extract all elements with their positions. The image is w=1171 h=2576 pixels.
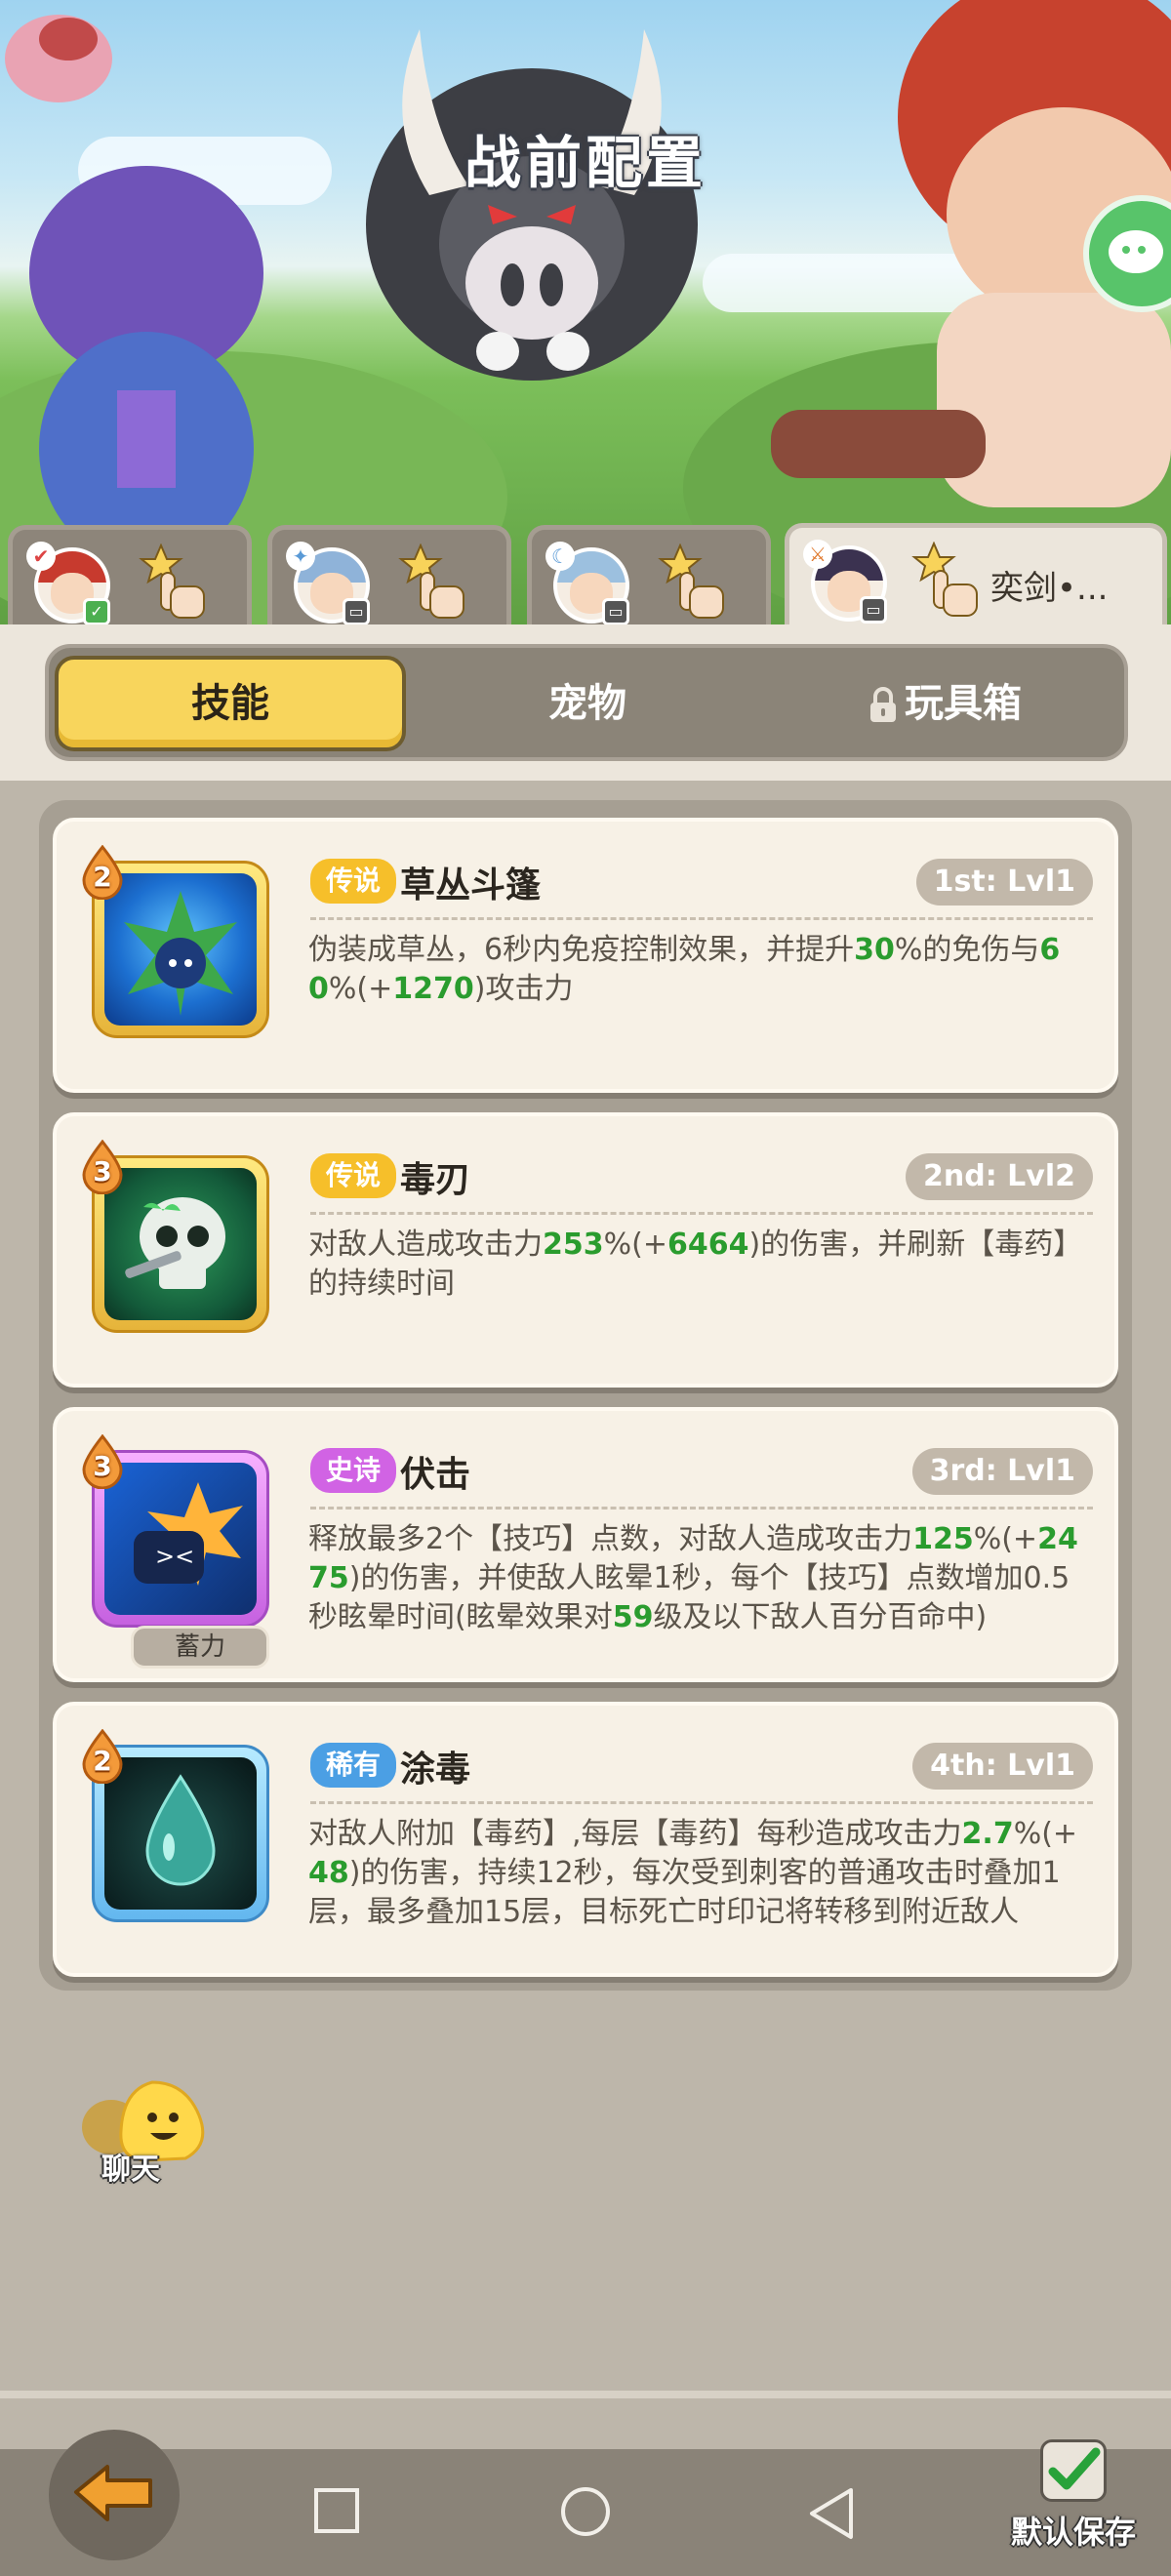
slot-level-badge: 4th: Lvl1 bbox=[912, 1743, 1093, 1790]
skill-list: 2 传说 草丛斗篷 1st: Lvl1 伪装成草丛，6秒内免疫控制效果，并提升3… bbox=[39, 800, 1132, 1991]
description-text: )的伤害，持续12秒，每次受到刺客的普通攻击时叠加1层，最多叠加15层，目标死亡… bbox=[308, 1856, 1061, 1929]
divider bbox=[310, 1801, 1093, 1804]
lock-icon bbox=[870, 687, 896, 722]
description-text: 级及以下敌人百分百命中) bbox=[653, 1600, 988, 1634]
rarity-badge: 传说 bbox=[310, 859, 397, 904]
skill-name: 草丛斗篷 bbox=[400, 865, 542, 906]
character-name: 奕剑•... bbox=[990, 569, 1109, 608]
rarity-badge: 传说 bbox=[310, 1153, 397, 1198]
tab-pets[interactable]: 宠物 bbox=[412, 656, 763, 751]
skill-description: 对敌人造成攻击力253%(+6464)的伤害，并刷新【毒药】的持续时间 bbox=[308, 1226, 1097, 1304]
description-text: %(+ bbox=[973, 1522, 1038, 1556]
chat-label: 聊天 bbox=[101, 2153, 160, 2187]
tap-hand-icon bbox=[911, 542, 978, 617]
description-text: 伪装成草丛，6秒内免疫控制效果，并提升 bbox=[308, 933, 855, 967]
recent-apps-icon[interactable] bbox=[312, 2486, 361, 2535]
skill-description: 对敌人附加【毒药】,每层【毒药】每秒造成攻击力2.7%(+ 48)的伤害，持续12… bbox=[308, 1815, 1097, 1932]
card-badge-icon: ▭ bbox=[860, 596, 887, 624]
class-icon: ☾ bbox=[545, 542, 575, 571]
flying-character bbox=[5, 15, 112, 102]
character-tab-bar: ✔ ✓ ✦ ▭ ☾ ▭ ⚔ ▭ 奕剑•... bbox=[0, 523, 1171, 638]
skill-name: 毒刃 bbox=[400, 1160, 471, 1200]
description-text: 对敌人造成攻击力 bbox=[308, 1228, 543, 1262]
skill-name: 伏击 bbox=[400, 1455, 471, 1495]
highlight-value: 253 bbox=[543, 1228, 604, 1262]
bottom-divider bbox=[0, 2391, 1171, 2398]
boar-boss-illustration bbox=[366, 29, 698, 381]
skill-card-1[interactable]: 2 传说 草丛斗篷 1st: Lvl1 伪装成草丛，6秒内免疫控制效果，并提升3… bbox=[53, 818, 1118, 1093]
tab-toybox-label: 玩具箱 bbox=[905, 681, 1022, 726]
class-icon: ✔ bbox=[26, 542, 56, 571]
skill-description: 释放最多2个【技巧】点数，对敌人造成攻击力125%(+2475)的伤害，并使敌人… bbox=[308, 1520, 1097, 1637]
skill-card-4[interactable]: 2 稀有 涂毒 4th: Lvl1 对敌人附加【毒药】,每层【毒药】每秒造成攻击… bbox=[53, 1702, 1118, 1977]
default-save-checkbox[interactable] bbox=[1040, 2439, 1107, 2502]
charge-tag: 蓄力 bbox=[131, 1626, 269, 1669]
chat-bubble-icon bbox=[1109, 230, 1163, 273]
tap-hand-icon bbox=[658, 543, 724, 619]
card-badge-icon: ▭ bbox=[602, 598, 629, 625]
class-icon: ✦ bbox=[286, 542, 315, 571]
highlight-value: 2.7 bbox=[961, 1817, 1014, 1851]
card-badge-icon: ▭ bbox=[343, 598, 370, 625]
description-text: %(+ bbox=[603, 1228, 667, 1262]
divider bbox=[310, 1212, 1093, 1215]
description-text: %(+ bbox=[328, 972, 393, 1006]
slot-level-badge: 1st: Lvl1 bbox=[915, 859, 1093, 906]
default-save-label: 默认保存 bbox=[1011, 2514, 1137, 2551]
highlight-value: 59 bbox=[612, 1600, 654, 1634]
class-icon: ⚔ bbox=[803, 540, 832, 569]
highlight-value: 30 bbox=[854, 933, 895, 967]
ready-badge-icon: ✓ bbox=[83, 598, 110, 625]
character-tab-1[interactable]: ✔ ✓ bbox=[8, 525, 252, 634]
character-tab-4[interactable]: ⚔ ▭ 奕剑•... bbox=[785, 523, 1167, 638]
slot-level-badge: 3rd: Lvl1 bbox=[911, 1448, 1093, 1495]
system-back-icon[interactable] bbox=[806, 2486, 857, 2541]
poison-blade-skill-icon bbox=[104, 1168, 257, 1320]
highlight-value: 6464 bbox=[666, 1228, 749, 1262]
skill-description: 伪装成草丛，6秒内免疫控制效果，并提升30%的免伤与60%(+1270)攻击力 bbox=[308, 931, 1097, 1009]
page-title: 战前配置 bbox=[464, 130, 707, 196]
skill-card-3[interactable]: >< 3 蓄力 史诗 伏击 3rd: Lvl1 释放最多2个【技巧】点数，对敌人… bbox=[53, 1407, 1118, 1682]
skill-card-2[interactable]: 3 传说 毒刃 2nd: Lvl2 对敌人造成攻击力253%(+6464)的伤害… bbox=[53, 1112, 1118, 1388]
tier-number: 2 bbox=[93, 861, 112, 893]
chat-button[interactable]: 聊天 bbox=[76, 2076, 213, 2194]
checkmark-icon bbox=[1048, 2447, 1101, 2490]
home-icon[interactable] bbox=[558, 2486, 613, 2541]
grass-cloak-skill-icon bbox=[104, 873, 257, 1026]
description-text: 对敌人附加【毒药】,每层【毒药】每秒造成攻击力 bbox=[308, 1817, 962, 1851]
skill-name: 涂毒 bbox=[400, 1750, 471, 1790]
highlight-value: 48 bbox=[308, 1856, 349, 1890]
rarity-badge: 史诗 bbox=[310, 1448, 397, 1493]
ambush-skill-icon: >< bbox=[104, 1463, 257, 1615]
svg-text:><: >< bbox=[155, 1543, 194, 1570]
rarity-badge: 稀有 bbox=[310, 1743, 397, 1788]
description-text: )攻击力 bbox=[473, 972, 574, 1006]
highlight-value: 125 bbox=[912, 1522, 974, 1556]
tab-toybox[interactable]: 玩具箱 bbox=[769, 656, 1120, 751]
tier-number: 3 bbox=[93, 1155, 112, 1187]
highlight-value: 1270 bbox=[392, 972, 474, 1006]
tap-hand-icon bbox=[398, 543, 464, 619]
tab-skills[interactable]: 技能 bbox=[55, 656, 406, 751]
tap-hand-icon bbox=[139, 543, 205, 619]
back-button[interactable] bbox=[49, 2430, 180, 2560]
tier-number: 2 bbox=[93, 1745, 112, 1777]
description-text: %(+ bbox=[1013, 1817, 1078, 1851]
description-text: 释放最多2个【技巧】点数，对敌人造成攻击力 bbox=[308, 1522, 913, 1556]
description-text: %的免伤与 bbox=[894, 933, 1040, 967]
category-switcher: 技能 宠物 玩具箱 bbox=[45, 644, 1128, 761]
divider bbox=[310, 917, 1093, 920]
character-tab-3[interactable]: ☾ ▭ bbox=[527, 525, 771, 634]
character-tab-2[interactable]: ✦ ▭ bbox=[267, 525, 511, 634]
slot-level-badge: 2nd: Lvl2 bbox=[906, 1153, 1093, 1200]
tier-number: 3 bbox=[93, 1450, 112, 1482]
back-arrow-icon bbox=[74, 2465, 152, 2521]
poison-coat-skill-icon bbox=[104, 1757, 257, 1910]
divider bbox=[310, 1507, 1093, 1509]
